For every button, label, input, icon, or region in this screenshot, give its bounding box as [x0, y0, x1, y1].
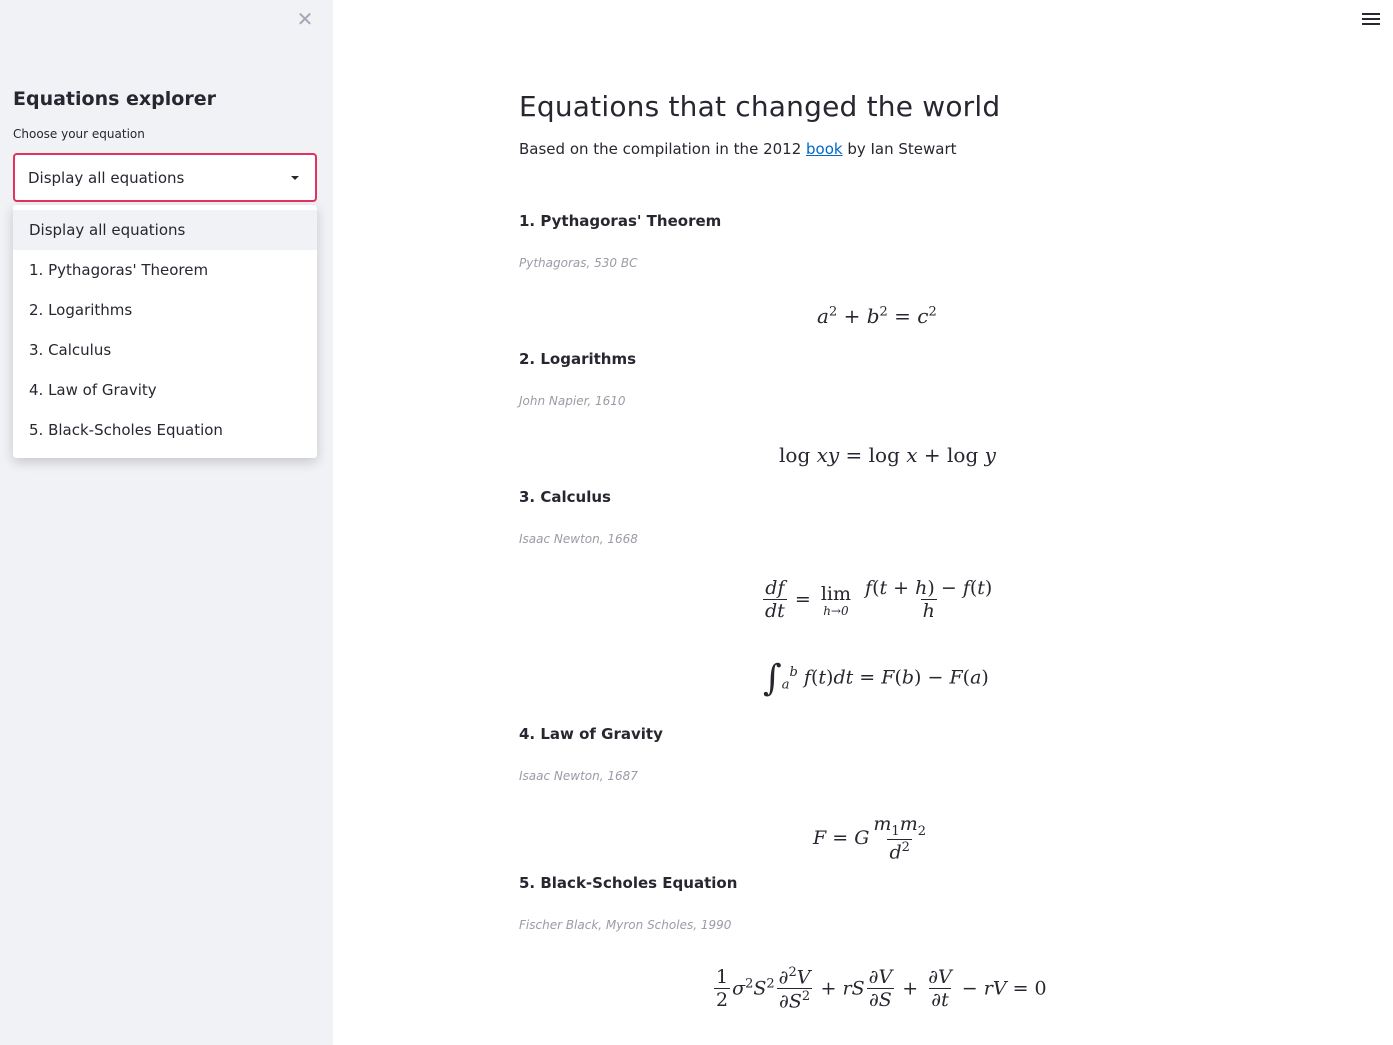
subtitle-suffix: by Ian Stewart: [842, 140, 957, 158]
close-icon[interactable]: ✕: [294, 8, 316, 30]
sidebar-title: Equations explorer: [13, 88, 216, 110]
chevron-down-icon: [291, 176, 299, 180]
equation-formula: log xy = log x + log y: [779, 443, 996, 467]
book-link[interactable]: book: [806, 140, 843, 158]
equation-heading: 4. Law of Gravity: [519, 725, 663, 743]
equation-heading: 1. Pythagoras' Theorem: [519, 212, 722, 230]
option-black-scholes[interactable]: 5. Black-Scholes Equation: [13, 410, 317, 450]
option-display-all[interactable]: Display all equations: [13, 210, 317, 250]
page-title: Equations that changed the world: [519, 90, 1001, 123]
option-pythagoras[interactable]: 1. Pythagoras' Theorem: [13, 250, 317, 290]
equation-formula: ∫ab f(t)dt = F(b) − F(a): [763, 658, 989, 699]
hamburger-menu-icon[interactable]: [1362, 10, 1380, 30]
equation-formula: df dt = lim h→0 f(t + h) − f(t) h: [763, 577, 993, 622]
option-gravity[interactable]: 4. Law of Gravity: [13, 370, 317, 410]
equation-heading: 5. Black-Scholes Equation: [519, 874, 738, 892]
subtitle-prefix: Based on the compilation in the 2012: [519, 140, 807, 158]
sidebar: ✕ Equations explorer Choose your equatio…: [0, 0, 333, 1045]
equation-formula: F = Gm1m2 d2: [813, 813, 926, 864]
equation-formula: a2 + b2 = c2: [817, 304, 937, 328]
option-logarithms[interactable]: 2. Logarithms: [13, 290, 317, 330]
equation-attribution: Isaac Newton, 1687: [519, 769, 638, 783]
select-label: Choose your equation: [13, 127, 145, 141]
equation-attribution: Isaac Newton, 1668: [519, 532, 638, 546]
subtitle: Based on the compilation in the 2012 boo…: [519, 140, 957, 158]
equation-heading: 2. Logarithms: [519, 350, 637, 368]
equation-dropdown-menu: Display all equations 1. Pythagoras' The…: [13, 205, 317, 458]
equation-attribution: Pythagoras, 530 BC: [519, 256, 638, 270]
select-value: Display all equations: [28, 168, 185, 187]
equation-select[interactable]: Display all equations: [13, 153, 317, 202]
equation-attribution: Fischer Black, Myron Scholes, 1990: [519, 918, 732, 932]
option-calculus[interactable]: 3. Calculus: [13, 330, 317, 370]
equation-heading: 3. Calculus: [519, 488, 611, 506]
equation-attribution: John Napier, 1610: [519, 394, 626, 408]
equation-formula: 1 2 σ2S2 ∂2V ∂S2 + rS ∂V ∂S + ∂V ∂t − rV = 0: [714, 965, 1047, 1013]
